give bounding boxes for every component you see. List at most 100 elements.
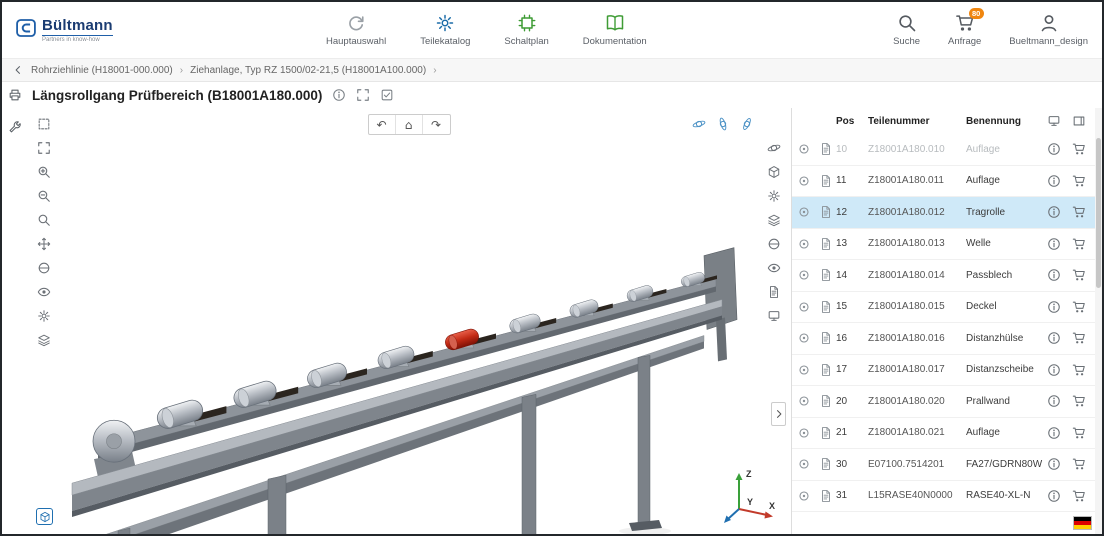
add-to-request-icon[interactable] — [1066, 205, 1092, 219]
table-row[interactable]: 15 Z18001A180.015 Deckel — [792, 292, 1102, 323]
table-display-icon[interactable] — [1042, 114, 1066, 128]
home-view-button[interactable]: ⌂ — [396, 115, 423, 134]
expand-panel-chevron[interactable] — [771, 402, 786, 426]
part-info-icon[interactable] — [1042, 394, 1066, 408]
language-flag-germany[interactable] — [1073, 516, 1092, 530]
viewer-3d[interactable]: ↶ ⌂ ↷ Z Y X — [28, 108, 792, 535]
tool-settings-icon[interactable] — [34, 306, 54, 326]
part-info-icon[interactable] — [1042, 237, 1066, 251]
part-info-icon[interactable] — [1042, 457, 1066, 471]
locate-part-icon[interactable] — [792, 363, 816, 377]
table-row[interactable]: 21 Z18001A180.021 Auflage — [792, 418, 1102, 449]
nav-dokumentation[interactable]: Dokumentation — [583, 13, 647, 47]
part-document-icon[interactable] — [816, 300, 836, 314]
locate-part-icon[interactable] — [792, 237, 816, 251]
part-info-icon[interactable] — [1042, 489, 1066, 503]
tool-pan-icon[interactable] — [34, 234, 54, 254]
view-document-icon[interactable] — [764, 282, 784, 302]
view-section-icon[interactable] — [764, 234, 784, 254]
nav-hauptauswahl[interactable]: Hauptauswahl — [326, 13, 386, 47]
table-row[interactable]: 31 L15RASE40N0000 RASE40-XL-N — [792, 481, 1102, 512]
part-document-icon[interactable] — [816, 237, 836, 251]
table-row[interactable]: 14 Z18001A180.014 Passblech — [792, 260, 1102, 292]
table-row[interactable]: 10 Z18001A180.010 Auflage — [792, 134, 1102, 166]
view-cube-icon[interactable] — [764, 162, 784, 182]
part-document-icon[interactable] — [816, 489, 836, 503]
fit-view-button[interactable] — [356, 88, 370, 102]
rotate-left-icon[interactable] — [689, 114, 709, 134]
user-menu[interactable]: Bueltmann_design — [1009, 13, 1088, 47]
part-info-icon[interactable] — [1042, 142, 1066, 156]
cad-model[interactable] — [28, 108, 791, 535]
collapse-panel-icon[interactable] — [1066, 114, 1092, 128]
part-document-icon[interactable] — [816, 394, 836, 408]
part-info-icon[interactable] — [1042, 174, 1066, 188]
locate-part-icon[interactable] — [792, 331, 816, 345]
part-document-icon[interactable] — [816, 426, 836, 440]
tool-zoom-out-icon[interactable] — [34, 186, 54, 206]
print-button[interactable] — [8, 88, 22, 102]
assembly-info-button[interactable] — [332, 88, 346, 102]
request-cart-button[interactable]: 80 Anfrage — [948, 8, 984, 47]
locate-part-icon[interactable] — [792, 426, 816, 440]
tool-select-icon[interactable] — [34, 114, 54, 134]
add-to-request-icon[interactable] — [1066, 363, 1092, 377]
part-info-icon[interactable] — [1042, 426, 1066, 440]
table-row[interactable]: 13 Z18001A180.013 Welle — [792, 229, 1102, 260]
tool-fit-frame-icon[interactable] — [34, 138, 54, 158]
nav-teilekatalog[interactable]: Teilekatalog — [420, 13, 470, 47]
tool-visibility-icon[interactable] — [34, 282, 54, 302]
add-to-request-icon[interactable] — [1066, 300, 1092, 314]
add-to-request-icon[interactable] — [1066, 394, 1092, 408]
rotate-up-icon[interactable] — [713, 114, 733, 134]
part-info-icon[interactable] — [1042, 331, 1066, 345]
part-document-icon[interactable] — [816, 142, 836, 156]
locate-part-icon[interactable] — [792, 268, 816, 282]
locate-part-icon[interactable] — [792, 174, 816, 188]
locate-part-icon[interactable] — [792, 489, 816, 503]
part-info-icon[interactable] — [1042, 300, 1066, 314]
table-row[interactable]: 17 Z18001A180.017 Distanzscheibe — [792, 355, 1102, 386]
add-to-request-icon[interactable] — [1066, 142, 1092, 156]
tool-zoom-search-icon[interactable] — [34, 210, 54, 230]
undo-view-button[interactable]: ↶ — [369, 115, 396, 134]
rotate-free-icon[interactable] — [737, 114, 757, 134]
table-row[interactable]: 12 Z18001A180.012 Tragrolle — [792, 197, 1102, 229]
part-document-icon[interactable] — [816, 205, 836, 219]
table-row[interactable]: 16 Z18001A180.016 Distanzhülse — [792, 323, 1102, 355]
part-document-icon[interactable] — [816, 268, 836, 282]
panel-scrollbar-thumb[interactable] — [1096, 138, 1101, 288]
nav-schaltplan[interactable]: Schaltplan — [504, 13, 549, 47]
locate-part-icon[interactable] — [792, 394, 816, 408]
add-to-request-icon[interactable] — [1066, 268, 1092, 282]
add-to-request-icon[interactable] — [1066, 331, 1092, 345]
add-to-request-icon[interactable] — [1066, 174, 1092, 188]
table-row[interactable]: 11 Z18001A180.011 Auflage — [792, 166, 1102, 197]
view-orbit-icon[interactable] — [764, 138, 784, 158]
part-document-icon[interactable] — [816, 363, 836, 377]
view-display-icon[interactable] — [764, 306, 784, 326]
tool-section-icon[interactable] — [34, 258, 54, 278]
locate-part-icon[interactable] — [792, 142, 816, 156]
part-info-icon[interactable] — [1042, 363, 1066, 377]
locate-part-icon[interactable] — [792, 300, 816, 314]
add-to-request-icon[interactable] — [1066, 237, 1092, 251]
tools-button[interactable] — [8, 120, 22, 134]
part-document-icon[interactable] — [816, 331, 836, 345]
brand-logo[interactable]: Bültmann Partners in know-how — [16, 18, 166, 43]
table-row[interactable]: 20 Z18001A180.020 Prallwand — [792, 386, 1102, 418]
part-document-icon[interactable] — [816, 457, 836, 471]
table-row[interactable]: 30 E07100.7514201 FA27/GDRN80W — [792, 449, 1102, 481]
add-to-request-icon[interactable] — [1066, 489, 1092, 503]
view-settings-icon[interactable] — [764, 186, 784, 206]
add-to-request-icon[interactable] — [1066, 426, 1092, 440]
part-info-icon[interactable] — [1042, 205, 1066, 219]
redo-view-button[interactable]: ↷ — [423, 115, 450, 134]
tool-zoom-in-icon[interactable] — [34, 162, 54, 182]
view-hint-button[interactable] — [36, 508, 53, 525]
breadcrumb-item[interactable]: Rohrziehlinie (H18001-000.000) — [31, 65, 173, 76]
part-info-icon[interactable] — [1042, 268, 1066, 282]
part-document-icon[interactable] — [816, 174, 836, 188]
view-layers-icon[interactable] — [764, 210, 784, 230]
breadcrumb-item[interactable]: Ziehanlage, Typ RZ 1500/02-21,5 (H18001A… — [190, 65, 426, 76]
